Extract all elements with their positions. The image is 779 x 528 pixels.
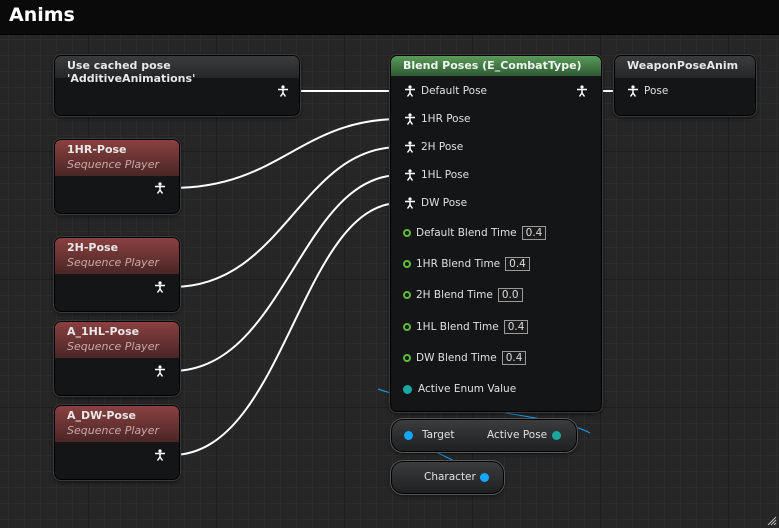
pin-dw-blend-time[interactable]: DW Blend Time 0.4 [403, 351, 527, 365]
sequence-player-2h-header: 2H-Pose Sequence Player [55, 238, 179, 274]
pin-1hl-blend-time[interactable]: 1HL Blend Time 0.4 [403, 320, 529, 334]
float-ring-icon [403, 260, 411, 268]
pose-figure-icon [628, 85, 638, 97]
blend-poses-header: Blend Poses (E_CombatType) [391, 56, 601, 76]
cached-pose-output-pin[interactable] [277, 85, 289, 97]
pin-label: 1HL Blend Time [416, 321, 499, 333]
sequence-player-2h-output-pin[interactable] [154, 281, 166, 293]
2h-blend-time-input[interactable]: 0.0 [497, 288, 523, 302]
pose-figure-icon [155, 449, 165, 461]
graph-title-bar: Anims [0, 0, 779, 35]
pose-figure-icon [405, 85, 415, 97]
cached-pose-title: Use cached pose 'AdditiveAnimations' [67, 59, 196, 85]
pin-label: DW Pose [421, 197, 468, 209]
default-blend-time-input[interactable]: 0.4 [521, 226, 547, 240]
graph-title: Anims [9, 4, 75, 26]
float-ring-icon [403, 229, 411, 237]
pin-1hl-pose[interactable]: 1HL Pose [404, 169, 469, 181]
blend-poses-output-pin[interactable] [576, 85, 588, 97]
pin-label: 1HR Blend Time [416, 258, 501, 270]
sequence-player-1hl-title: A_1HL-Pose [67, 325, 140, 338]
resize-grip-icon[interactable] [765, 514, 777, 526]
sequence-player-1hr-subtitle: Sequence Player [67, 158, 159, 171]
pose-figure-icon [405, 141, 415, 153]
weapon-pose-anim-header: WeaponPoseAnim [615, 56, 755, 78]
pin-label: DW Blend Time [416, 352, 497, 364]
sequence-player-1hl-header: A_1HL-Pose Sequence Player [55, 322, 179, 358]
pin-label: 1HL Pose [421, 169, 470, 181]
pin-label: Active Enum Value [418, 383, 517, 395]
blend-poses-title: Blend Poses (E_CombatType) [403, 59, 582, 72]
sequence-player-1hl-subtitle: Sequence Player [67, 340, 159, 353]
sequence-player-2h-node[interactable]: 2H-Pose Sequence Player [53, 236, 181, 313]
sequence-player-dw-header: A_DW-Pose Sequence Player [55, 406, 179, 442]
weapon-pose-input-pin[interactable]: Pose [627, 85, 668, 97]
target-pin-label: Target [422, 429, 455, 441]
cached-pose-node[interactable]: Use cached pose 'AdditiveAnimations' [53, 54, 301, 117]
object-dot-icon[interactable] [404, 431, 413, 440]
pin-label: Default Blend Time [416, 227, 517, 239]
character-node[interactable]: Character [390, 460, 505, 495]
pin-default-blend-time[interactable]: Default Blend Time 0.4 [403, 226, 547, 240]
sequence-player-dw-title: A_DW-Pose [67, 409, 136, 422]
pin-default-pose[interactable]: Default Pose [404, 85, 487, 97]
pose-figure-icon [278, 85, 288, 97]
sequence-player-dw-node[interactable]: A_DW-Pose Sequence Player [53, 404, 181, 481]
pose-figure-icon [155, 182, 165, 194]
pose-figure-icon [405, 197, 415, 209]
dw-blend-time-input[interactable]: 0.4 [501, 351, 527, 365]
object-dot-icon[interactable] [480, 473, 489, 482]
pin-label: 2H Pose [421, 141, 464, 153]
sequence-player-1hr-output-pin[interactable] [154, 182, 166, 194]
pin-2h-pose[interactable]: 2H Pose [404, 141, 463, 153]
sequence-player-1hl-node[interactable]: A_1HL-Pose Sequence Player [53, 320, 181, 397]
blend-poses-node[interactable]: Blend Poses (E_CombatType) Default Pose … [389, 54, 603, 413]
pin-label: Default Pose [421, 85, 488, 97]
cached-pose-header: Use cached pose 'AdditiveAnimations' [55, 56, 299, 85]
sequence-player-dw-output-pin[interactable] [154, 449, 166, 461]
sequence-player-1hr-title: 1HR-Pose [67, 143, 127, 156]
float-ring-icon [403, 354, 411, 362]
sequence-player-1hr-node[interactable]: 1HR-Pose Sequence Player [53, 138, 181, 215]
pin-active-enum-value[interactable]: Active Enum Value [403, 383, 516, 395]
get-active-pose-node[interactable]: Target Active Pose [390, 418, 578, 453]
float-ring-icon [403, 291, 411, 299]
pin-1hr-blend-time[interactable]: 1HR Blend Time 0.4 [403, 257, 530, 271]
pin-label: 2H Blend Time [416, 289, 493, 301]
pose-figure-icon [155, 365, 165, 377]
active-pose-pin-label: Active Pose [487, 429, 548, 441]
weapon-pose-anim-node[interactable]: WeaponPoseAnim Pose [613, 54, 757, 117]
pin-label: Pose [644, 85, 669, 97]
sequence-player-1hr-header: 1HR-Pose Sequence Player [55, 140, 179, 176]
pin-label: 1HR Pose [421, 113, 471, 125]
pose-figure-icon [405, 169, 415, 181]
sequence-player-2h-subtitle: Sequence Player [67, 256, 159, 269]
float-ring-icon [403, 323, 411, 331]
enum-dot-icon[interactable] [552, 431, 561, 440]
pin-1hr-pose[interactable]: 1HR Pose [404, 113, 471, 125]
1hl-blend-time-input[interactable]: 0.4 [503, 320, 529, 334]
1hr-blend-time-input[interactable]: 0.4 [505, 257, 530, 271]
pin-2h-blend-time[interactable]: 2H Blend Time 0.0 [403, 288, 523, 302]
character-label: Character [424, 471, 476, 483]
sequence-player-2h-title: 2H-Pose [67, 241, 119, 254]
pose-figure-icon [405, 113, 415, 125]
pose-figure-icon [577, 85, 587, 97]
sequence-player-1hl-output-pin[interactable] [154, 365, 166, 377]
pose-figure-icon [155, 281, 165, 293]
enum-dot-icon [403, 384, 412, 394]
sequence-player-dw-subtitle: Sequence Player [67, 424, 159, 437]
pin-dw-pose[interactable]: DW Pose [404, 197, 467, 209]
weapon-pose-anim-title: WeaponPoseAnim [627, 59, 739, 72]
